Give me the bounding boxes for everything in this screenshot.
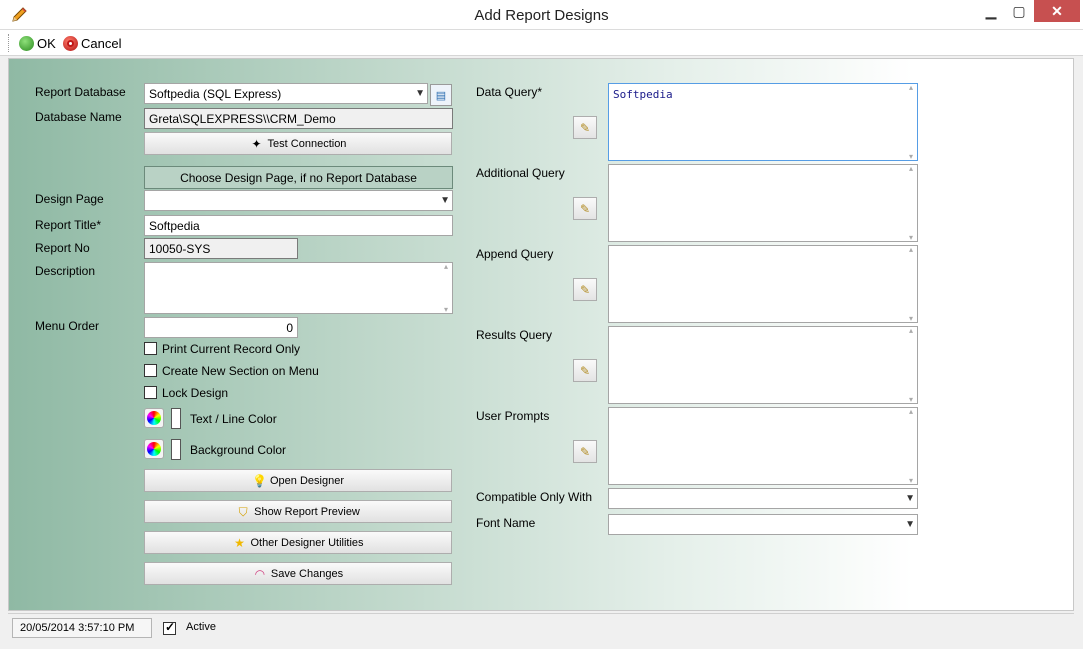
database-browse-button[interactable]: ▤ bbox=[430, 84, 452, 106]
other-designer-utilities-button[interactable]: ★ Other Designer Utilities bbox=[144, 531, 452, 554]
print-current-label: Print Current Record Only bbox=[162, 342, 301, 356]
database-name-field[interactable]: Greta\SQLEXPRESS\\CRM_Demo bbox=[144, 108, 453, 129]
user-prompts-edit-button[interactable]: ✎ bbox=[573, 440, 597, 463]
data-query-label: Data Query* bbox=[476, 85, 543, 99]
user-prompts-label: User Prompts bbox=[476, 409, 550, 423]
scrollbar[interactable] bbox=[908, 407, 916, 485]
lock-design-checkbox[interactable] bbox=[144, 386, 157, 399]
database-icon: ▤ bbox=[435, 89, 447, 102]
choose-design-page-button[interactable]: Choose Design Page, if no Report Databas… bbox=[144, 166, 453, 189]
create-section-checkbox[interactable] bbox=[144, 364, 157, 377]
additional-query-label: Additional Query bbox=[476, 166, 565, 180]
save-changes-button[interactable]: ◠ Save Changes bbox=[144, 562, 452, 585]
append-query-field[interactable] bbox=[608, 245, 918, 323]
maximize-button[interactable]: ▢ bbox=[1004, 0, 1034, 22]
cancel-label: Cancel bbox=[81, 35, 122, 51]
font-name-select[interactable]: ▼ bbox=[608, 514, 918, 535]
cancel-button[interactable]: Cancel bbox=[63, 34, 121, 52]
test-connection-label: Test Connection bbox=[267, 137, 347, 150]
text-line-color-swatch[interactable] bbox=[171, 408, 181, 429]
results-query-edit-button[interactable]: ✎ bbox=[573, 359, 597, 382]
active-label: Active bbox=[186, 621, 216, 633]
text-line-color-label: Text / Line Color bbox=[190, 412, 277, 426]
design-page-select[interactable]: ▼ bbox=[144, 190, 453, 211]
close-button[interactable]: ✕ bbox=[1034, 0, 1080, 22]
title-bar: Add Report Designs ▁ ▢ ✕ bbox=[0, 0, 1083, 30]
chevron-down-icon: ▼ bbox=[440, 195, 450, 206]
menu-order-label: Menu Order bbox=[35, 319, 100, 333]
cancel-icon bbox=[63, 35, 78, 51]
edit-icon: ✎ bbox=[579, 444, 591, 459]
report-database-select[interactable]: Softpedia (SQL Express) ▼ bbox=[144, 83, 428, 104]
open-designer-label: Open Designer bbox=[270, 474, 344, 487]
save-changes-label: Save Changes bbox=[270, 567, 344, 580]
color-wheel-icon[interactable] bbox=[144, 439, 164, 459]
open-designer-button[interactable]: 💡 Open Designer bbox=[144, 469, 452, 492]
chevron-down-icon: ▼ bbox=[415, 88, 425, 99]
report-no-field[interactable]: 10050-SYS bbox=[144, 238, 298, 259]
database-name-label: Database Name bbox=[35, 110, 122, 124]
minimize-button[interactable]: ▁ bbox=[976, 0, 1006, 22]
status-bar: 20/05/2014 3:57:10 PM Active bbox=[8, 613, 1074, 641]
lightbulb-icon: 💡 bbox=[252, 473, 267, 488]
font-name-label: Font Name bbox=[476, 516, 536, 530]
menu-order-field[interactable]: 0 bbox=[144, 317, 298, 338]
status-datetime: 20/05/2014 3:57:10 PM bbox=[12, 618, 152, 638]
description-field[interactable] bbox=[144, 262, 453, 314]
window-title: Add Report Designs bbox=[474, 7, 609, 24]
description-label: Description bbox=[35, 264, 96, 278]
other-utilities-label: Other Designer Utilities bbox=[250, 536, 364, 549]
results-query-label: Results Query bbox=[476, 328, 553, 342]
toolbar-grip bbox=[8, 34, 11, 52]
ok-label: OK bbox=[37, 35, 56, 51]
chevron-down-icon: ▼ bbox=[905, 493, 915, 504]
scrollbar[interactable] bbox=[908, 326, 916, 404]
color-wheel-icon[interactable] bbox=[144, 408, 164, 428]
append-query-edit-button[interactable]: ✎ bbox=[573, 278, 597, 301]
append-query-label: Append Query bbox=[476, 247, 554, 261]
scrollbar[interactable] bbox=[908, 164, 916, 242]
show-report-preview-button[interactable]: ⛉ Show Report Preview bbox=[144, 500, 452, 523]
report-database-value: Softpedia (SQL Express) bbox=[149, 87, 282, 101]
report-title-label: Report Title* bbox=[35, 218, 102, 232]
edit-icon: ✎ bbox=[579, 120, 591, 135]
results-query-field[interactable] bbox=[608, 326, 918, 404]
background-color-label: Background Color bbox=[190, 443, 287, 457]
data-query-edit-button[interactable]: ✎ bbox=[573, 116, 597, 139]
rainbow-icon: ◠ bbox=[254, 566, 266, 581]
active-checkbox[interactable] bbox=[163, 620, 176, 635]
additional-query-edit-button[interactable]: ✎ bbox=[573, 197, 597, 220]
data-query-value: Softpedia bbox=[613, 88, 673, 101]
edit-icon: ✎ bbox=[579, 363, 591, 378]
user-prompts-field[interactable] bbox=[608, 407, 918, 485]
data-query-field[interactable]: Softpedia bbox=[608, 83, 918, 161]
edit-icon: ✎ bbox=[579, 282, 591, 297]
background-color-swatch[interactable] bbox=[171, 439, 181, 460]
choose-design-label: Choose Design Page, if no Report Databas… bbox=[180, 170, 417, 185]
scrollbar[interactable] bbox=[908, 245, 916, 323]
edit-icon: ✎ bbox=[579, 201, 591, 216]
shield-icon: ⛉ bbox=[238, 504, 248, 519]
ok-icon bbox=[19, 35, 34, 51]
additional-query-field[interactable] bbox=[608, 164, 918, 242]
scrollbar[interactable] bbox=[908, 83, 916, 161]
magic-wand-icon: ✦ bbox=[251, 136, 262, 151]
report-no-label: Report No bbox=[35, 241, 90, 255]
compatible-only-with-select[interactable]: ▼ bbox=[608, 488, 918, 509]
print-current-checkbox[interactable] bbox=[144, 342, 157, 355]
test-connection-button[interactable]: ✦ Test Connection bbox=[144, 132, 452, 155]
report-database-label: Report Database bbox=[35, 85, 126, 99]
design-page-label: Design Page bbox=[35, 192, 104, 206]
star-icon: ★ bbox=[234, 535, 245, 550]
ok-button[interactable]: OK bbox=[19, 34, 56, 52]
lock-design-label: Lock Design bbox=[162, 386, 229, 400]
chevron-down-icon: ▼ bbox=[905, 519, 915, 530]
report-title-field[interactable]: Softpedia bbox=[144, 215, 453, 236]
toolbar: OK Cancel bbox=[0, 30, 1083, 56]
compatible-only-with-label: Compatible Only With bbox=[476, 490, 593, 504]
scrollbar[interactable] bbox=[443, 262, 451, 314]
create-section-label: Create New Section on Menu bbox=[162, 364, 319, 378]
show-preview-label: Show Report Preview bbox=[254, 505, 360, 518]
